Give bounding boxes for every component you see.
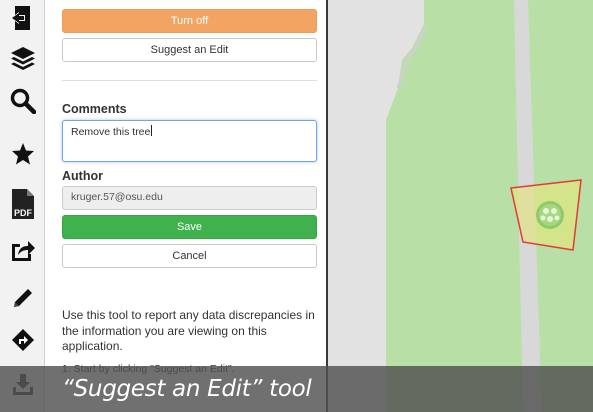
map-view[interactable] (328, 0, 593, 412)
help-text: Use this tool to report any data discrep… (62, 308, 315, 353)
text-caret (151, 125, 153, 136)
star-icon (11, 143, 34, 165)
tree-icon[interactable] (536, 201, 564, 229)
save-button[interactable]: Save (62, 215, 317, 239)
map-canvas (328, 0, 593, 412)
share-tool-button[interactable] (0, 232, 45, 268)
search-icon (10, 88, 36, 114)
author-value: kruger.57@osu.edu (71, 191, 163, 203)
layers-tool-button[interactable] (0, 40, 45, 76)
pdf-tool-button[interactable]: PDF (0, 186, 45, 222)
suggest-edit-panel: Turn off Suggest an Edit Comments Remove… (45, 0, 328, 412)
comments-value: Remove this tree (71, 126, 151, 138)
search-tool-button[interactable] (0, 83, 45, 119)
exit-icon (10, 6, 30, 30)
author-field[interactable]: kruger.57@osu.edu (62, 186, 317, 210)
svg-text:PDF: PDF (14, 208, 33, 218)
turn-off-button[interactable]: Turn off (62, 9, 317, 33)
pdf-icon: PDF (11, 189, 34, 219)
caption-text: “Suggest an Edit” tool (62, 376, 312, 402)
layers-icon (10, 47, 35, 70)
author-label: Author (62, 169, 103, 183)
comments-label: Comments (62, 102, 127, 116)
left-toolbar: PDF (0, 0, 45, 412)
exit-tool-button[interactable] (0, 0, 45, 36)
favorites-tool-button[interactable] (0, 136, 45, 172)
directions-tool-button[interactable] (0, 322, 45, 358)
edit-tool-button[interactable] (0, 280, 45, 316)
comments-textarea[interactable]: Remove this tree (62, 120, 317, 162)
directions-icon (11, 329, 34, 351)
pencil-icon (13, 289, 32, 307)
panel-divider (62, 80, 317, 81)
cancel-button[interactable]: Cancel (62, 244, 317, 268)
suggest-edit-button[interactable]: Suggest an Edit (62, 38, 317, 62)
share-icon (11, 241, 35, 261)
